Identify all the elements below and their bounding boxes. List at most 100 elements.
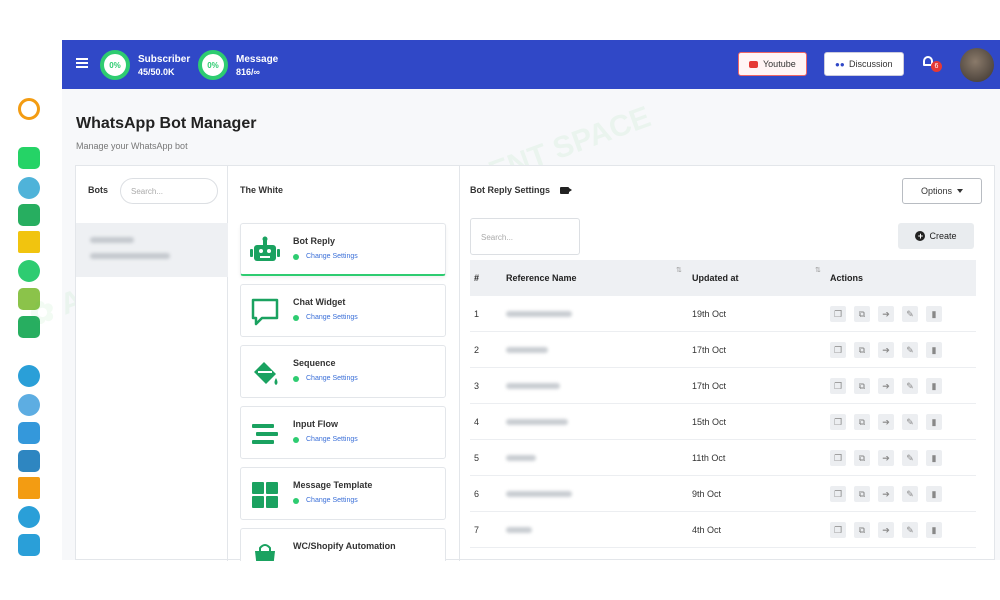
bots-search-input[interactable]: Search... bbox=[120, 178, 218, 204]
reference-name-blurred[interactable] bbox=[506, 491, 572, 497]
change-settings-link[interactable]: Change Settings bbox=[293, 436, 358, 443]
trash-icon[interactable]: ▮ bbox=[926, 486, 942, 502]
whatsapp-icon[interactable] bbox=[18, 147, 40, 169]
edit-icon[interactable]: ✎ bbox=[902, 342, 918, 358]
export-icon[interactable]: ➔ bbox=[878, 378, 894, 394]
options-dropdown[interactable]: Options bbox=[902, 178, 982, 204]
paint-bucket-icon bbox=[254, 362, 278, 385]
row-number: 3 bbox=[474, 381, 480, 391]
duplicate-icon[interactable]: ⧉ bbox=[854, 378, 870, 394]
col-actions: Actions bbox=[830, 273, 864, 283]
duplicate-icon[interactable]: ⧉ bbox=[854, 342, 870, 358]
telegram-bot-icon[interactable] bbox=[18, 394, 40, 416]
edit-icon[interactable]: ✎ bbox=[902, 522, 918, 538]
reference-name-blurred[interactable] bbox=[506, 455, 536, 461]
sort-icon[interactable]: ⇅ bbox=[815, 266, 821, 274]
duplicate-icon[interactable]: ⧉ bbox=[854, 414, 870, 430]
copy-icon[interactable]: ❐ bbox=[830, 522, 846, 538]
video-camera-icon[interactable] bbox=[560, 186, 573, 194]
user-avatar[interactable] bbox=[960, 48, 994, 82]
create-button[interactable]: + Create bbox=[898, 223, 974, 249]
edit-icon[interactable]: ✎ bbox=[902, 450, 918, 466]
status-dot bbox=[293, 436, 299, 443]
dashboard-gauge-icon[interactable] bbox=[18, 98, 40, 120]
reply-search-input[interactable]: Search... bbox=[470, 218, 580, 255]
row-number: 6 bbox=[474, 489, 480, 499]
copy-icon[interactable]: ❐ bbox=[830, 378, 846, 394]
menu-item-message-template[interactable]: Message Template Change Settings bbox=[240, 467, 446, 520]
menu-item-name: WC/Shopify Automation bbox=[293, 541, 396, 551]
sort-icon[interactable]: ⇅ bbox=[676, 266, 682, 274]
copy-icon[interactable]: ❐ bbox=[830, 306, 846, 322]
telegram-shop-icon[interactable] bbox=[18, 534, 40, 556]
page-title: WhatsApp Bot Manager bbox=[76, 115, 257, 132]
menu-item-name: Input Flow bbox=[293, 419, 338, 429]
menu-item-chat-widget[interactable]: Chat Widget Change Settings bbox=[240, 284, 446, 337]
whatsapp-broadcast-icon[interactable] bbox=[18, 231, 40, 253]
col-reference-name[interactable]: Reference Name bbox=[506, 273, 577, 283]
trash-icon[interactable]: ▮ bbox=[926, 342, 942, 358]
row-updated-at: 9th Oct bbox=[692, 489, 722, 499]
export-icon[interactable]: ➔ bbox=[878, 414, 894, 430]
change-settings-link[interactable]: Change Settings bbox=[293, 253, 358, 260]
youtube-button[interactable]: Youtube bbox=[738, 52, 807, 76]
copy-icon[interactable]: ❐ bbox=[830, 486, 846, 502]
export-icon[interactable]: ➔ bbox=[878, 342, 894, 358]
duplicate-icon[interactable]: ⧉ bbox=[854, 522, 870, 538]
duplicate-icon[interactable]: ⧉ bbox=[854, 450, 870, 466]
reference-name-blurred[interactable] bbox=[506, 383, 560, 389]
menu-item-sequence[interactable]: Sequence Change Settings bbox=[240, 345, 446, 398]
whatsapp-phone-icon[interactable] bbox=[18, 204, 40, 226]
reference-name-blurred[interactable] bbox=[506, 311, 572, 317]
export-icon[interactable]: ➔ bbox=[878, 306, 894, 322]
menu-item-name: Chat Widget bbox=[293, 297, 346, 307]
menu-item-input-flow[interactable]: Input Flow Change Settings bbox=[240, 406, 446, 459]
trash-icon[interactable]: ▮ bbox=[926, 414, 942, 430]
bot-number-blurred bbox=[90, 253, 170, 259]
left-icon-rail bbox=[0, 40, 62, 560]
whatsapp-group-icon[interactable] bbox=[18, 288, 40, 310]
edit-icon[interactable]: ✎ bbox=[902, 306, 918, 322]
edit-icon[interactable]: ✎ bbox=[902, 414, 918, 430]
reference-name-blurred[interactable] bbox=[506, 419, 568, 425]
trash-icon[interactable]: ▮ bbox=[926, 450, 942, 466]
duplicate-icon[interactable]: ⧉ bbox=[854, 486, 870, 502]
whatsapp-shop-icon[interactable] bbox=[18, 316, 40, 338]
trash-icon[interactable]: ▮ bbox=[926, 378, 942, 394]
telegram-icon[interactable] bbox=[18, 365, 40, 387]
copy-icon[interactable]: ❐ bbox=[830, 342, 846, 358]
copy-icon[interactable]: ❐ bbox=[830, 450, 846, 466]
copy-icon[interactable]: ❐ bbox=[830, 414, 846, 430]
change-settings-link[interactable]: Change Settings bbox=[293, 497, 358, 504]
change-settings-link[interactable]: Change Settings bbox=[293, 375, 358, 382]
hamburger-menu-icon[interactable] bbox=[76, 58, 88, 68]
discussion-button[interactable]: ●● Discussion bbox=[824, 52, 904, 76]
menu-item-name: Message Template bbox=[293, 480, 373, 490]
whatsapp-bot-icon[interactable] bbox=[18, 177, 40, 199]
menu-item-bot-reply[interactable]: Bot Reply Change Settings bbox=[240, 223, 446, 276]
export-icon[interactable]: ➔ bbox=[878, 522, 894, 538]
notification-bell-icon[interactable]: 6 bbox=[923, 56, 942, 72]
bot-list-item[interactable] bbox=[76, 223, 228, 277]
export-icon[interactable]: ➔ bbox=[878, 486, 894, 502]
telegram-group-icon[interactable] bbox=[18, 422, 40, 444]
reference-name-blurred[interactable] bbox=[506, 347, 548, 353]
export-icon[interactable]: ➔ bbox=[878, 450, 894, 466]
trash-icon[interactable]: ▮ bbox=[926, 306, 942, 322]
telegram-phone-icon[interactable] bbox=[18, 450, 40, 472]
telegram-chat-icon[interactable] bbox=[18, 506, 40, 528]
trash-icon[interactable]: ▮ bbox=[926, 522, 942, 538]
change-settings-link[interactable]: Change Settings bbox=[293, 314, 358, 321]
duplicate-icon[interactable]: ⧉ bbox=[854, 306, 870, 322]
row-updated-at: 17th Oct bbox=[692, 381, 727, 391]
col-updated-at[interactable]: Updated at bbox=[692, 273, 739, 283]
whatsapp-chat-icon[interactable] bbox=[18, 260, 40, 282]
notification-badge: 6 bbox=[931, 61, 942, 72]
edit-icon[interactable]: ✎ bbox=[902, 486, 918, 502]
table-header: # Reference Name ⇅ Updated at ⇅ Actions bbox=[470, 260, 976, 296]
col-num: # bbox=[474, 273, 480, 283]
menu-item-wc-shopify[interactable]: WC/Shopify Automation bbox=[240, 528, 446, 561]
reference-name-blurred[interactable] bbox=[506, 527, 532, 533]
edit-icon[interactable]: ✎ bbox=[902, 378, 918, 394]
telegram-broadcast-icon[interactable] bbox=[18, 477, 40, 499]
